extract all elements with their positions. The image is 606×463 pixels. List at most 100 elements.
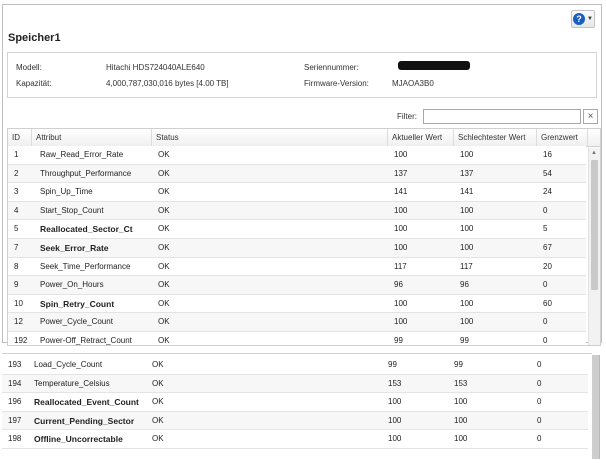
cell-id: 198 xyxy=(8,434,22,444)
cell-current: 100 xyxy=(394,298,408,308)
cell-status: OK xyxy=(158,187,170,197)
cell-attr: Start_Stop_Count xyxy=(40,205,104,215)
question-icon: ? xyxy=(573,13,586,25)
cell-status: OK xyxy=(158,150,170,159)
cell-status: OK xyxy=(158,317,170,327)
cell-attr: Seek_Time_Performance xyxy=(40,261,131,271)
cell-threshold: 20 xyxy=(543,261,552,271)
cell-status: OK xyxy=(152,397,164,407)
cell-worst: 137 xyxy=(460,168,474,178)
table-row[interactable]: 12 Power_Cycle_Count OK 100 100 0 xyxy=(8,313,586,332)
cell-id: 192 xyxy=(14,336,28,345)
cell-current: 100 xyxy=(394,243,408,252)
cell-id: 3 xyxy=(14,187,19,197)
cell-current: 153 xyxy=(388,378,402,388)
scroll-up-icon[interactable]: ▲ xyxy=(591,150,597,156)
col-status[interactable]: Status xyxy=(152,129,388,147)
table-row[interactable]: 196 Reallocated_Event_Count OK 100 100 0 xyxy=(2,393,588,412)
cell-status: OK xyxy=(152,415,164,425)
cell-id: 1 xyxy=(14,150,19,159)
cell-id: 193 xyxy=(8,360,22,369)
cell-threshold: 0 xyxy=(543,205,548,215)
table-row[interactable]: 193 Load_Cycle_Count OK 99 99 0 xyxy=(2,356,588,375)
cell-attr: Reallocated_Event_Count xyxy=(34,397,139,408)
col-id[interactable]: ID xyxy=(8,129,32,147)
table-row[interactable]: 1 Raw_Read_Error_Rate OK 100 100 16 xyxy=(8,146,586,165)
cell-threshold: 0 xyxy=(537,415,542,425)
clear-filter-button[interactable]: × xyxy=(583,109,598,124)
serial-redacted xyxy=(398,61,470,70)
cell-worst: 100 xyxy=(454,434,468,444)
table-row[interactable]: 197 Current_Pending_Sector OK 100 100 0 xyxy=(2,411,588,431)
capacity-label: Kapazität: xyxy=(16,79,52,88)
cell-threshold: 24 xyxy=(543,187,552,197)
cell-threshold: 0 xyxy=(537,397,542,407)
cell-attr: Power-Off_Retract_Count xyxy=(40,336,132,345)
cell-current: 100 xyxy=(388,415,402,425)
table-row[interactable]: 9 Power_On_Hours OK 96 96 0 xyxy=(8,276,586,295)
cell-id: 9 xyxy=(14,280,19,290)
cell-attr: Raw_Read_Error_Rate xyxy=(40,150,124,159)
table-row[interactable]: 3 Spin_Up_Time OK 141 141 24 xyxy=(8,183,586,202)
cell-status: OK xyxy=(152,360,164,369)
cell-status: OK xyxy=(158,205,170,215)
cell-status: OK xyxy=(158,243,170,252)
cell-worst: 99 xyxy=(460,336,469,345)
table-row[interactable]: 198 Offline_Uncorrectable OK 100 100 0 xyxy=(2,430,588,449)
cell-attr: Load_Cycle_Count xyxy=(34,360,103,369)
cell-attr: Throughput_Performance xyxy=(40,168,132,178)
scrollbar-thumb[interactable] xyxy=(591,160,598,290)
table-row[interactable]: 4 Start_Stop_Count OK 100 100 0 xyxy=(8,201,586,221)
table-row[interactable]: 194 Temperature_Celsius OK 153 153 0 xyxy=(2,374,588,394)
cell-worst: 100 xyxy=(460,224,474,234)
cell-status: OK xyxy=(152,378,164,388)
cell-id: 196 xyxy=(8,397,22,407)
cell-current: 100 xyxy=(394,317,408,327)
col-threshold[interactable]: Grenzwert xyxy=(537,129,588,147)
cell-threshold: 0 xyxy=(543,280,548,290)
cell-threshold: 54 xyxy=(543,168,552,178)
cell-status: OK xyxy=(152,434,164,444)
cell-status: OK xyxy=(158,298,170,308)
cell-id: 10 xyxy=(14,298,23,308)
cell-attr: Spin_Up_Time xyxy=(40,187,93,197)
vertical-scrollbar[interactable]: ▲ xyxy=(588,148,600,345)
table-row[interactable]: 5 Reallocated_Sector_Ct OK 100 100 5 xyxy=(8,220,586,239)
firmware-label: Firmware-Version: xyxy=(304,79,369,88)
table-row[interactable]: 8 Seek_Time_Performance OK 117 117 20 xyxy=(8,257,586,277)
cell-worst: 100 xyxy=(454,397,468,407)
cell-current: 137 xyxy=(394,168,408,178)
cell-current: 100 xyxy=(394,224,408,234)
table-row[interactable]: 10 Spin_Retry_Count OK 100 100 60 xyxy=(8,294,586,314)
col-current[interactable]: Aktueller Wert xyxy=(388,129,454,147)
cell-current: 99 xyxy=(388,360,397,369)
filter-input[interactable] xyxy=(423,109,581,124)
caret-down-icon: ▼ xyxy=(587,16,593,22)
cell-current: 99 xyxy=(394,336,403,345)
table-row[interactable]: 7 Seek_Error_Rate OK 100 100 67 xyxy=(8,239,586,258)
cell-id: 8 xyxy=(14,261,19,271)
cell-id: 194 xyxy=(8,378,22,388)
cell-threshold: 0 xyxy=(543,317,548,327)
cell-threshold: 5 xyxy=(543,224,548,234)
table-row[interactable]: 192 Power-Off_Retract_Count OK 99 99 0 xyxy=(8,332,586,345)
table-row[interactable]: 2 Throughput_Performance OK 137 137 54 xyxy=(8,164,586,184)
cell-attr: Seek_Error_Rate xyxy=(40,243,109,253)
cell-id: 5 xyxy=(14,224,19,234)
cell-worst: 100 xyxy=(460,150,474,159)
filter-label: Filter: xyxy=(397,112,417,121)
cell-worst: 99 xyxy=(454,360,463,369)
cell-worst: 100 xyxy=(454,415,468,425)
cell-id: 12 xyxy=(14,317,23,327)
scrollbar-track[interactable] xyxy=(592,355,600,459)
model-value: Hitachi HDS724040ALE640 xyxy=(106,63,205,72)
page-title: Speicher1 xyxy=(8,32,61,44)
col-worst[interactable]: Schlechtester Wert xyxy=(454,129,537,147)
model-label: Modell: xyxy=(16,63,42,72)
cell-worst: 100 xyxy=(460,298,474,308)
help-button[interactable]: ? ▼ xyxy=(571,10,595,28)
cell-id: 197 xyxy=(8,415,22,425)
col-attribute[interactable]: Attribut xyxy=(32,129,152,147)
cell-attr: Power_On_Hours xyxy=(40,280,104,290)
cell-attr: Spin_Retry_Count xyxy=(40,298,115,309)
